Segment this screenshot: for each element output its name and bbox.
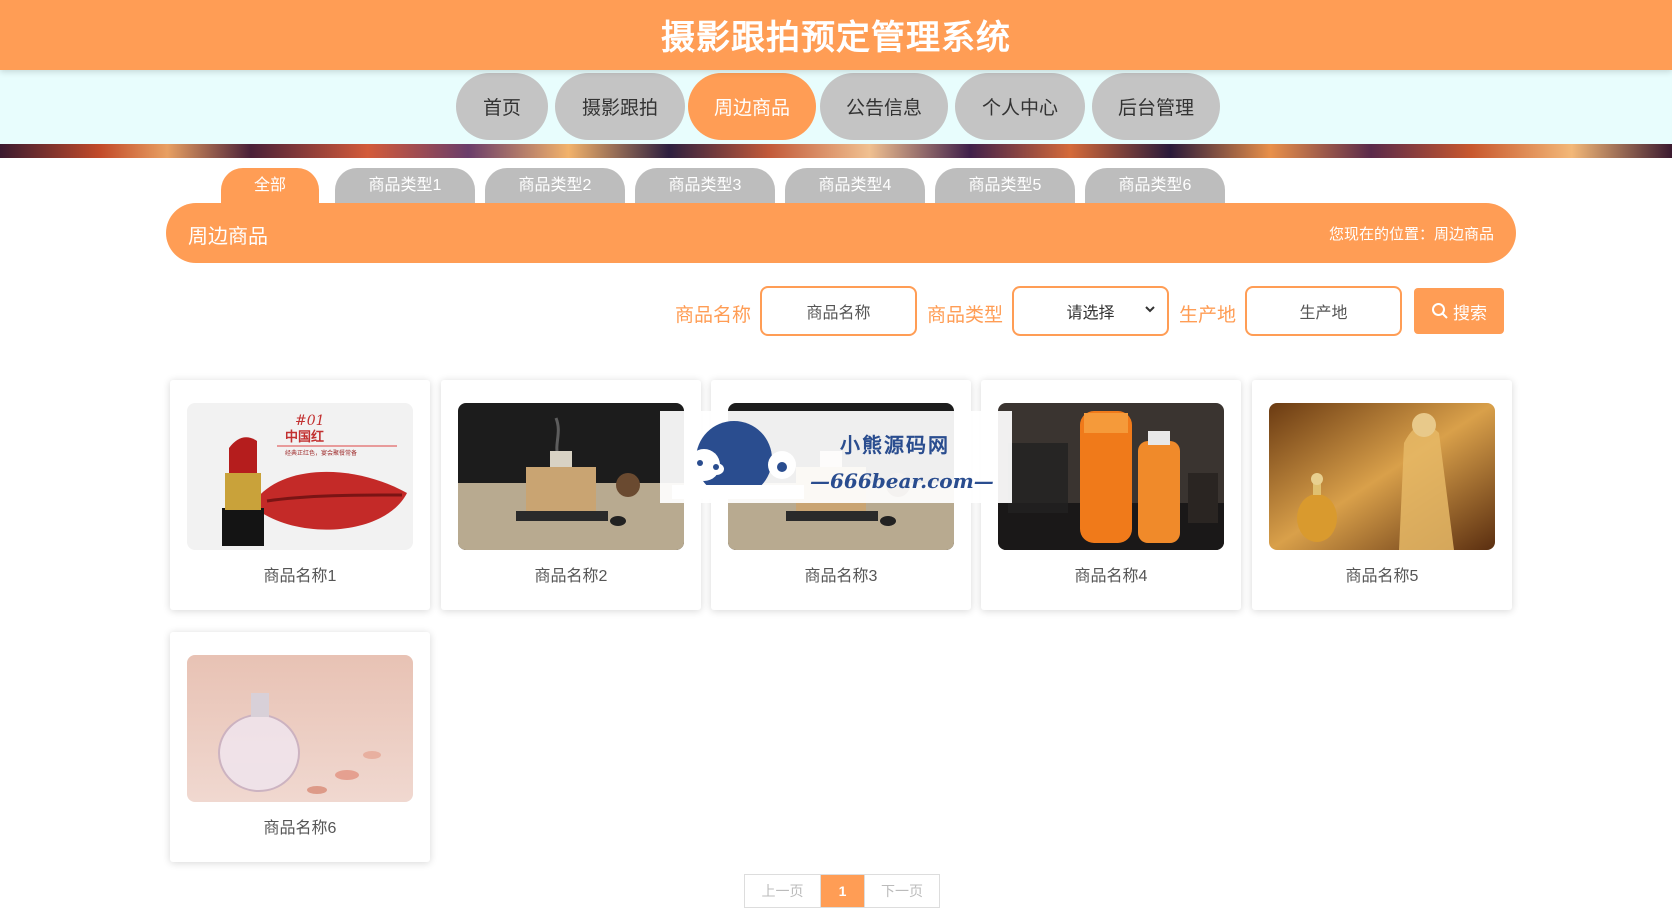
- category-tab-4[interactable]: 商品类型4: [785, 168, 925, 208]
- nav-item-announcements[interactable]: 公告信息: [820, 73, 948, 140]
- lipstick-subtitle-text: 经典正红色，宴会聚餐常备: [285, 449, 357, 457]
- section-title: 周边商品: [188, 226, 268, 248]
- search-icon: [1432, 303, 1448, 319]
- category-tab-all[interactable]: 全部: [221, 168, 319, 208]
- pagination: 上一页 1 下一页: [744, 874, 940, 908]
- category-tab-1[interactable]: 商品类型1: [335, 168, 475, 208]
- category-tab-5[interactable]: 商品类型5: [935, 168, 1075, 208]
- page-number-1[interactable]: 1: [820, 875, 864, 907]
- chevron-down-icon: [1145, 306, 1155, 313]
- breadcrumb: 您现在的位置：周边商品: [1328, 226, 1494, 243]
- product-card[interactable]: 商品名称4: [981, 380, 1241, 610]
- category-tab-6[interactable]: 商品类型6: [1085, 168, 1225, 208]
- product-name[interactable]: 商品名称3: [711, 562, 971, 586]
- product-type-label: 商品类型: [927, 305, 1004, 326]
- product-type-select[interactable]: 请选择: [1012, 286, 1169, 336]
- product-name-placeholder: 商品名称: [806, 305, 871, 322]
- origin-label: 生产地: [1179, 305, 1237, 326]
- nav-item-merchandise[interactable]: 周边商品: [688, 73, 816, 140]
- product-image-perfume-ad[interactable]: [1269, 403, 1495, 550]
- prev-page-button[interactable]: 上一页: [745, 875, 820, 907]
- product-name-label: 商品名称: [675, 305, 752, 326]
- bear-logo-icon: [672, 421, 804, 499]
- watermark: 小熊源码网 —666bear.com—: [660, 411, 1012, 503]
- product-name[interactable]: 商品名称1: [170, 562, 430, 586]
- section-title-bar: 周边商品 您现在的位置：周边商品: [166, 203, 1516, 263]
- search-button-label: 搜索: [1453, 303, 1487, 323]
- search-button[interactable]: 搜索: [1414, 288, 1504, 334]
- product-image-perfume-bottle[interactable]: [187, 655, 413, 802]
- category-tab-2[interactable]: 商品类型2: [485, 168, 625, 208]
- nav-item-home[interactable]: 首页: [456, 73, 548, 140]
- origin-input[interactable]: 生产地: [1245, 286, 1402, 336]
- product-card[interactable]: 商品名称5: [1252, 380, 1512, 610]
- product-image-lipstick[interactable]: #01 中国红 经典正红色，宴会聚餐常备: [187, 403, 413, 550]
- main-nav: 首页 摄影跟拍 周边商品 公告信息 个人中心 后台管理: [0, 70, 1672, 144]
- next-page-button[interactable]: 下一页: [864, 875, 939, 907]
- product-name[interactable]: 商品名称6: [170, 814, 430, 838]
- product-image-sunscreen[interactable]: [998, 403, 1224, 550]
- product-name[interactable]: 商品名称5: [1252, 562, 1512, 586]
- nav-item-personal-center[interactable]: 个人中心: [955, 73, 1085, 140]
- banner-strip: [0, 144, 1672, 158]
- watermark-line2: —666bear.com—: [810, 469, 994, 493]
- origin-placeholder: 生产地: [1299, 305, 1348, 322]
- product-name-input[interactable]: 商品名称: [760, 286, 917, 336]
- nav-item-admin[interactable]: 后台管理: [1092, 73, 1220, 140]
- lipstick-tag-text: #01: [295, 413, 325, 429]
- watermark-line1: 小熊源码网: [840, 433, 950, 457]
- nav-item-photo-booking[interactable]: 摄影跟拍: [555, 73, 685, 140]
- app-title: 摄影跟拍预定管理系统: [661, 19, 1011, 57]
- category-tab-3[interactable]: 商品类型3: [635, 168, 775, 208]
- product-type-selected: 请选择: [1066, 305, 1115, 322]
- app-header: 摄影跟拍预定管理系统: [0, 0, 1672, 70]
- lipstick-title-text: 中国红: [285, 429, 324, 445]
- product-name[interactable]: 商品名称2: [441, 562, 701, 586]
- product-card[interactable]: #01 中国红 经典正红色，宴会聚餐常备 商品名称1: [170, 380, 430, 610]
- product-name[interactable]: 商品名称4: [981, 562, 1241, 586]
- product-image-diffuser[interactable]: [458, 403, 684, 550]
- product-card[interactable]: 商品名称6: [170, 632, 430, 862]
